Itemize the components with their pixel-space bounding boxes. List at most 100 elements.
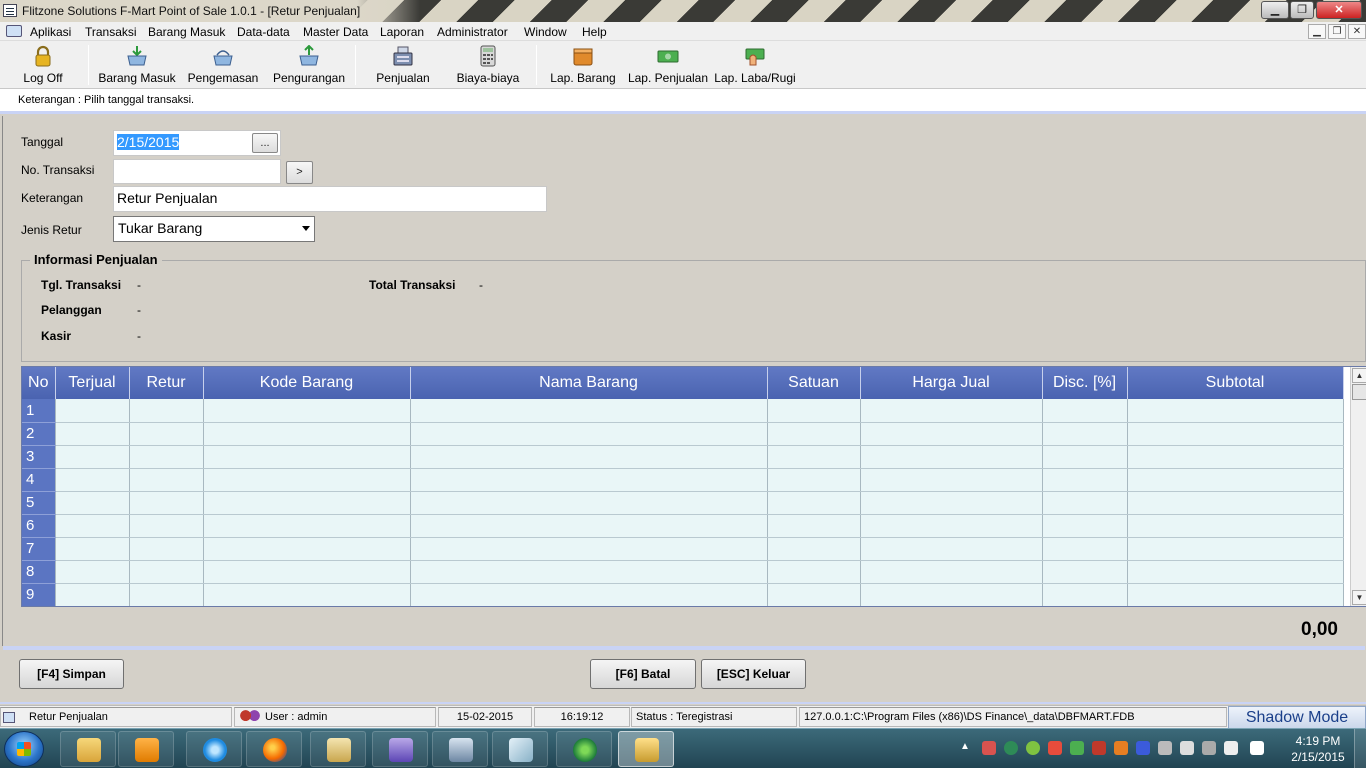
lap-laba-rugi-button[interactable]: Lap. Laba/Rugi (712, 41, 798, 89)
taskbar-explorer[interactable] (60, 731, 116, 767)
tray-s-icon[interactable] (1250, 741, 1264, 755)
lap-barang-button[interactable]: Lap. Barang (546, 41, 620, 89)
tray-mail-icon[interactable] (1048, 741, 1062, 755)
table-row[interactable]: 2 (22, 422, 1344, 446)
col-satuan[interactable]: Satuan (767, 367, 861, 399)
taskbar-notes[interactable] (492, 731, 548, 767)
col-nama-barang[interactable]: Nama Barang (410, 367, 768, 399)
menu-administrator[interactable]: Administrator (437, 25, 508, 39)
taskbar-media-player[interactable] (118, 731, 174, 767)
col-no[interactable]: No (22, 367, 56, 399)
menu-window[interactable]: Window (524, 25, 567, 39)
tray-flag-icon[interactable] (1180, 741, 1194, 755)
table-row[interactable]: 8 (22, 560, 1344, 584)
tray-power-icon[interactable] (1202, 741, 1216, 755)
minimize-button[interactable]: ▁ (1261, 1, 1289, 19)
close-button[interactable]: ✕ (1316, 1, 1362, 19)
status-date: 15-02-2015 (438, 707, 532, 727)
pengurangan-button[interactable]: Pengurangan (268, 41, 350, 89)
tray-green-icon[interactable] (1026, 741, 1040, 755)
no-transaksi-field[interactable] (113, 159, 281, 184)
tray-bluetooth-icon[interactable] (1136, 741, 1150, 755)
tray-network-icon[interactable] (1004, 741, 1018, 755)
clock-date: 2/15/2015 (1291, 750, 1345, 764)
start-button[interactable] (4, 731, 44, 767)
total-transaksi-value: - (479, 278, 483, 292)
keterangan-label: Keterangan (21, 191, 84, 205)
globe-icon (573, 738, 597, 762)
screen-icon (389, 738, 413, 762)
keterangan-field[interactable]: Retur Penjualan (113, 186, 547, 212)
menu-barang-masuk[interactable]: Barang Masuk (148, 25, 225, 39)
tray-audio-app-icon[interactable] (1114, 741, 1128, 755)
status-user: User : admin (234, 707, 436, 727)
row-number: 9 (22, 583, 56, 606)
volume-icon[interactable] (1224, 741, 1238, 755)
barang-masuk-button[interactable]: Barang Masuk (96, 41, 178, 89)
lap-penjualan-button[interactable]: Lap. Penjualan (626, 41, 710, 89)
grid-scrollbar[interactable]: ▲ ▼ (1350, 367, 1366, 606)
no-transaksi-label: No. Transaksi (21, 163, 95, 177)
taskbar-globe-app[interactable] (556, 731, 612, 767)
internet-explorer-icon (203, 738, 227, 762)
table-row[interactable]: 1 (22, 399, 1344, 423)
log-off-button[interactable]: Log Off (14, 41, 72, 89)
col-retur[interactable]: Retur (129, 367, 204, 399)
simpan-button[interactable]: [F4] Simpan (19, 659, 124, 689)
table-row[interactable]: 6 (22, 514, 1344, 538)
col-subtotal[interactable]: Subtotal (1127, 367, 1344, 399)
shadow-mode-button[interactable]: Shadow Mode (1228, 706, 1366, 730)
tray-monitor-icon[interactable] (1158, 741, 1172, 755)
pengemasan-button[interactable]: Pengemasan (184, 41, 262, 89)
mdi-window-icon[interactable] (6, 25, 22, 37)
taskbar-editor[interactable] (310, 731, 366, 767)
money-icon (657, 50, 679, 63)
scroll-thumb[interactable] (1352, 384, 1366, 400)
table-row[interactable]: 7 (22, 537, 1344, 561)
scroll-up-icon[interactable]: ▲ (1352, 368, 1366, 383)
mdi-close-button[interactable]: ✕ (1348, 24, 1366, 39)
group-title: Informasi Penjualan (30, 252, 162, 267)
tray-expand-icon[interactable]: ▲ (960, 741, 970, 752)
menu-laporan[interactable]: Laporan (380, 25, 424, 39)
maximize-button[interactable]: ❐ (1290, 1, 1314, 19)
taskbar-clock[interactable]: 4:19 PM 2/15/2015 (1290, 733, 1346, 765)
col-terjual[interactable]: Terjual (55, 367, 130, 399)
menu-aplikasi[interactable]: Aplikasi (30, 25, 71, 39)
tray-update-icon[interactable] (1070, 741, 1084, 755)
jenis-retur-select[interactable]: Tukar Barang (113, 216, 315, 242)
tray-shield-icon[interactable] (1092, 741, 1106, 755)
scroll-down-icon[interactable]: ▼ (1352, 590, 1366, 605)
taskbar-pos-app[interactable] (618, 731, 674, 767)
table-row[interactable]: 5 (22, 491, 1344, 515)
mdi-restore-button[interactable]: ❐ (1328, 24, 1346, 39)
show-desktop-button[interactable] (1354, 729, 1366, 768)
col-harga-jual[interactable]: Harga Jual (860, 367, 1043, 399)
mdi-minimize-button[interactable]: ▁ (1308, 24, 1326, 39)
col-disc[interactable]: Disc. [%] (1042, 367, 1128, 399)
biaya-biaya-button[interactable]: Biaya-biaya (452, 41, 524, 89)
taskbar-firefox[interactable] (246, 731, 302, 767)
batal-button[interactable]: [F6] Batal (590, 659, 696, 689)
tray-app-icon[interactable] (982, 741, 996, 755)
menu-data-data[interactable]: Data-data (237, 25, 290, 39)
notepad-icon (327, 738, 351, 762)
menu-master-data[interactable]: Master Data (303, 25, 368, 39)
keluar-button[interactable]: [ESC] Keluar (701, 659, 806, 689)
menu-bar: Aplikasi Transaksi Barang Masuk Data-dat… (0, 22, 1366, 41)
basket-icon (213, 50, 233, 66)
table-row[interactable]: 4 (22, 468, 1344, 492)
taskbar-presentation[interactable] (372, 731, 428, 767)
table-row[interactable]: 9 (22, 583, 1344, 606)
col-kode-barang[interactable]: Kode Barang (203, 367, 411, 399)
pelanggan-value: - (137, 303, 141, 317)
taskbar-ie[interactable] (186, 731, 242, 767)
taskbar-window-app[interactable] (432, 731, 488, 767)
items-grid[interactable]: No Terjual Retur Kode Barang Nama Barang… (21, 366, 1366, 607)
date-picker-button[interactable]: ... (252, 133, 278, 153)
penjualan-button[interactable]: Penjualan (368, 41, 438, 89)
table-row[interactable]: 3 (22, 445, 1344, 469)
menu-help[interactable]: Help (582, 25, 607, 39)
menu-transaksi[interactable]: Transaksi (85, 25, 137, 39)
lookup-transaksi-button[interactable]: > (286, 161, 313, 184)
